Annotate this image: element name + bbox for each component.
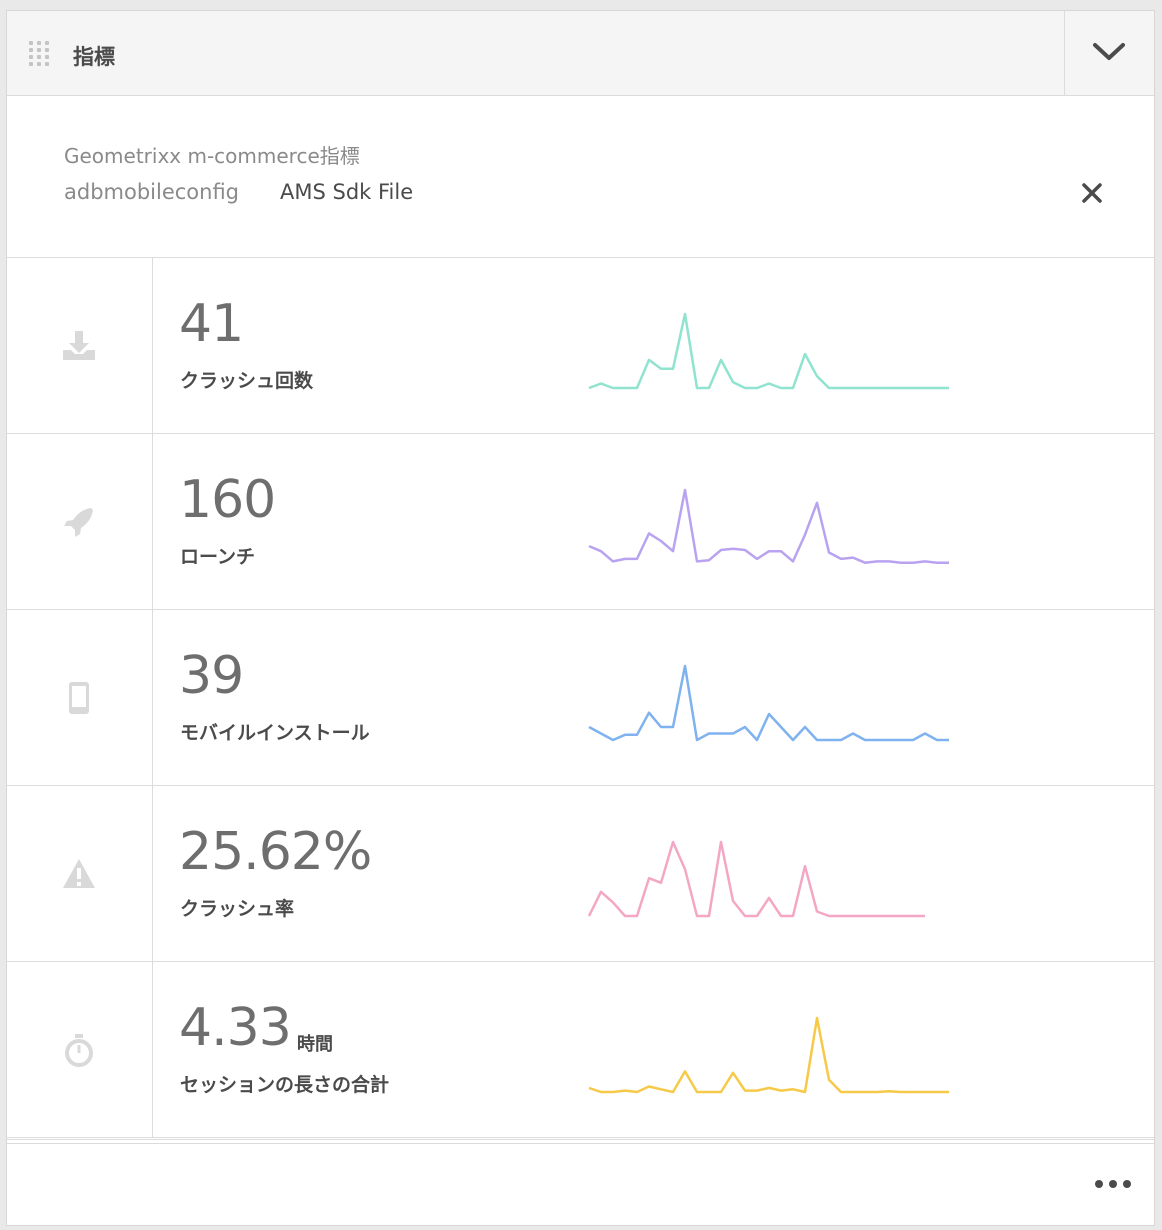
card-title: 指標 bbox=[73, 45, 115, 69]
metric-row-crashes[interactable]: 41 クラッシュ回数 bbox=[7, 258, 1154, 434]
remove-filter-button[interactable] bbox=[1079, 180, 1105, 206]
sparkline-series bbox=[588, 488, 949, 564]
stopwatch-icon bbox=[65, 1034, 93, 1067]
close-icon bbox=[1082, 183, 1102, 203]
metric-label: ローンチ bbox=[180, 546, 256, 568]
metric-value: 41 bbox=[179, 294, 244, 354]
metric-value: 160 bbox=[179, 470, 276, 530]
metric-label: クラッシュ率 bbox=[180, 898, 295, 920]
more-options-icon[interactable] bbox=[1095, 1174, 1131, 1194]
metric-value: 25.62% bbox=[179, 822, 372, 882]
report-info: Geometrixx m-commerce指標 adbmobileconfig … bbox=[7, 96, 1154, 258]
sparkline-series bbox=[587, 840, 925, 918]
metric-label: モバイルインストール bbox=[180, 722, 370, 744]
metric-value: 39 bbox=[179, 646, 244, 706]
sparkline-chart bbox=[588, 488, 949, 564]
metric-value: 4.33 bbox=[179, 998, 292, 1058]
report-title: Geometrixx m-commerce指標 bbox=[64, 144, 360, 168]
metric-row-installs[interactable]: 39 モバイルインストール bbox=[7, 610, 1154, 786]
sparkline-chart bbox=[588, 664, 949, 742]
metric-label: セッションの長さの合計 bbox=[180, 1074, 390, 1096]
rocket-icon bbox=[64, 508, 93, 537]
divider bbox=[7, 1139, 1154, 1140]
drag-handle-icon[interactable] bbox=[29, 41, 51, 67]
card-header: 指標 bbox=[7, 11, 1154, 96]
metric-icon-cell bbox=[7, 962, 153, 1137]
filter-label: adbmobileconfig bbox=[64, 180, 240, 204]
mobile-phone-icon bbox=[69, 682, 89, 714]
warning-triangle-icon bbox=[63, 859, 95, 888]
filter-value: AMS Sdk File bbox=[280, 180, 414, 204]
card-footer bbox=[7, 1143, 1154, 1225]
sparkline-series bbox=[588, 664, 949, 742]
sparkline-chart bbox=[588, 1016, 949, 1094]
metric-icon-cell bbox=[7, 610, 153, 785]
metric-row-crash-rate[interactable]: 25.62% クラッシュ率 bbox=[7, 786, 1154, 962]
metric-row-session-length[interactable]: 4.33 時間 セッションの長さの合計 bbox=[7, 962, 1154, 1138]
sparkline-series bbox=[588, 312, 949, 390]
metrics-card: 指標 Geometrixx m-commerce指標 adbmobileconf… bbox=[6, 10, 1155, 1226]
metric-icon-cell bbox=[7, 786, 153, 961]
sparkline-series bbox=[588, 1016, 949, 1094]
collapse-button[interactable] bbox=[1064, 11, 1154, 95]
sparkline-chart bbox=[587, 840, 925, 918]
metric-icon-cell bbox=[7, 434, 153, 609]
metric-unit: 時間 bbox=[297, 1034, 333, 1055]
metric-label: クラッシュ回数 bbox=[180, 370, 314, 392]
metric-icon-cell bbox=[7, 258, 153, 433]
download-tray-icon bbox=[63, 331, 95, 360]
sparkline-chart bbox=[588, 312, 949, 390]
metric-row-launches[interactable]: 160 ローンチ bbox=[7, 434, 1154, 610]
chevron-down-icon bbox=[1093, 43, 1125, 60]
